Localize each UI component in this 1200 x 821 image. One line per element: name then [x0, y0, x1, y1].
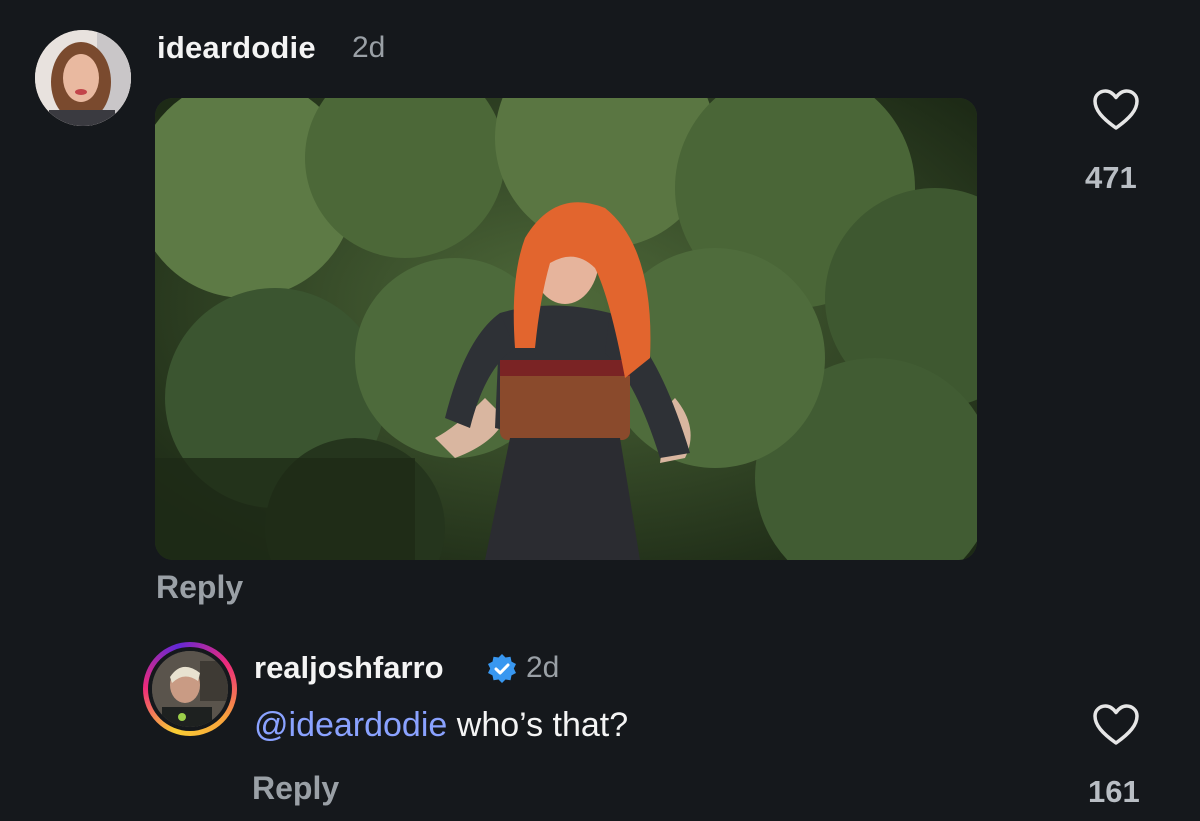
- comment-username[interactable]: realjoshfarro: [254, 650, 444, 686]
- avatar-story-ring[interactable]: [143, 642, 237, 736]
- reply-button[interactable]: Reply: [252, 770, 339, 807]
- comment-attached-photo[interactable]: [155, 98, 977, 560]
- like-count: 161: [1088, 774, 1140, 809]
- comment-body: who’s that?: [447, 706, 629, 744]
- avatar-ideardodie[interactable]: [35, 30, 131, 126]
- heart-outline-icon[interactable]: [1092, 703, 1140, 747]
- comment-timestamp: 2d: [526, 651, 560, 684]
- comment-text: @ideardodie who’s that?: [254, 706, 628, 745]
- comment-timestamp: 2d: [352, 31, 386, 64]
- mention-link[interactable]: @ideardodie: [254, 706, 447, 744]
- comments-thread: ideardodie 2d Reply 471 realjoshfarro 2d…: [0, 0, 1200, 821]
- heart-outline-icon[interactable]: [1092, 88, 1140, 132]
- avatar-realjoshfarro[interactable]: [152, 651, 228, 727]
- like-count: 471: [1085, 160, 1137, 195]
- reply-button[interactable]: Reply: [156, 569, 243, 606]
- comment-username[interactable]: ideardodie: [157, 30, 316, 66]
- verified-badge-icon: [486, 653, 518, 685]
